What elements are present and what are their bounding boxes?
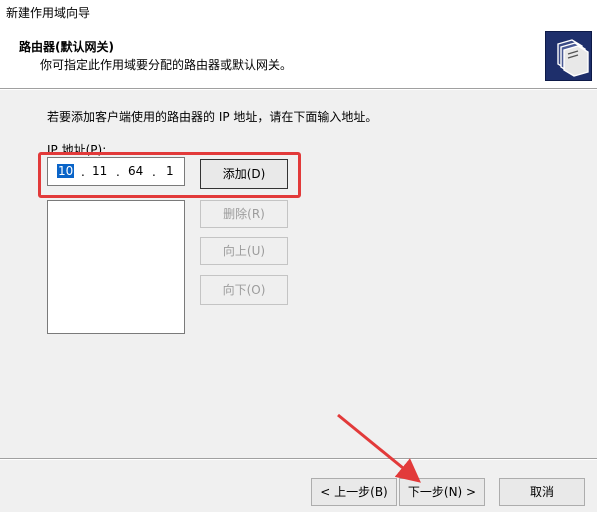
wizard-folders-icon bbox=[545, 31, 592, 81]
remove-button[interactable]: 删除(R) bbox=[200, 200, 288, 228]
dhcp-new-scope-wizard: 新建作用域向导 路由器(默认网关) 你可指定此作用域要分配的路由器或默认网关。 … bbox=[0, 0, 597, 512]
move-up-button[interactable]: 向上(U) bbox=[200, 237, 288, 265]
back-button[interactable]: < 上一步(B) bbox=[311, 478, 397, 506]
move-down-button[interactable]: 向下(O) bbox=[200, 275, 288, 305]
header-divider bbox=[0, 88, 597, 90]
next-button[interactable]: 下一步(N) > bbox=[399, 478, 485, 506]
router-address-list[interactable] bbox=[47, 200, 185, 334]
page-title: 路由器(默认网关) bbox=[19, 40, 114, 54]
window-title-bar: 新建作用域向导 bbox=[0, 0, 597, 26]
annotation-highlight-box bbox=[38, 152, 301, 198]
page-subtitle: 你可指定此作用域要分配的路由器或默认网关。 bbox=[40, 58, 293, 72]
window-title: 新建作用域向导 bbox=[6, 6, 91, 20]
cancel-button[interactable]: 取消 bbox=[499, 478, 585, 506]
wizard-header: 路由器(默认网关) 你可指定此作用域要分配的路由器或默认网关。 bbox=[0, 26, 597, 88]
footer-divider bbox=[0, 458, 597, 460]
instruction-text: 若要添加客户端使用的路由器的 IP 地址，请在下面输入地址。 bbox=[47, 110, 378, 124]
